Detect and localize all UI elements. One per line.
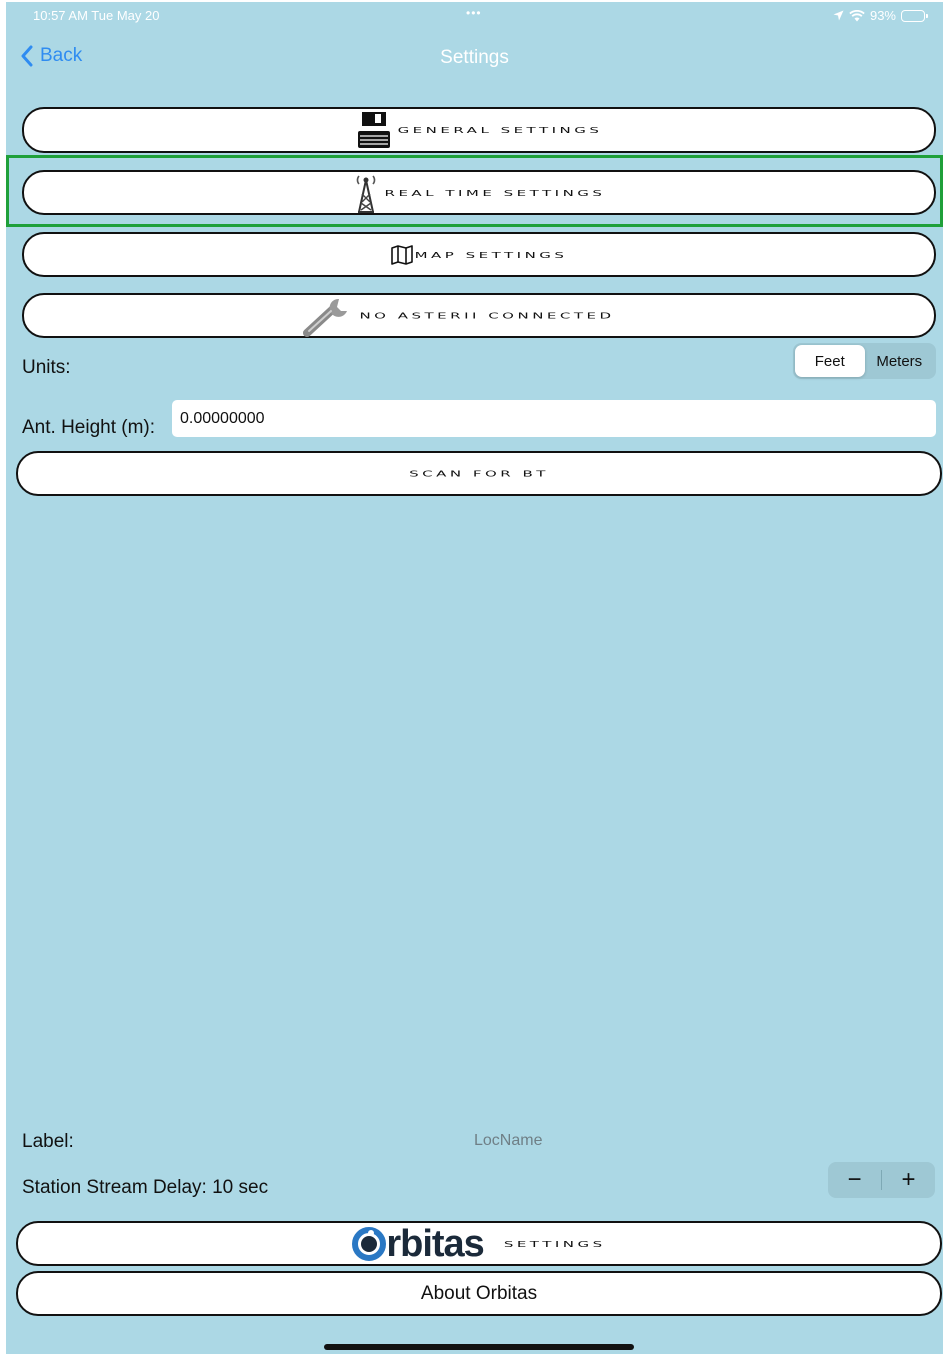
location-label: Label: — [22, 1131, 74, 1152]
asterii-connection-button[interactable]: No Asterii Connected — [22, 293, 936, 338]
status-time: 10:57 AM Tue May 20 — [33, 8, 160, 23]
asterii-status-label: No Asterii Connected — [359, 310, 615, 321]
map-settings-button[interactable]: Map Settings — [22, 232, 936, 277]
about-orbitas-label: About Orbitas — [420, 1282, 538, 1304]
units-option-meters[interactable]: Meters — [865, 345, 935, 377]
orbitas-logo-text: rbitas — [386, 1222, 484, 1265]
battery-icon — [901, 9, 928, 22]
battery-percent: 93% — [869, 8, 896, 23]
antenna-height-label: Ant. Height (m): — [22, 417, 156, 438]
units-segmented-control[interactable]: Feet Meters — [793, 343, 936, 379]
wifi-icon — [849, 9, 865, 21]
location-name-field[interactable]: LocName — [474, 1132, 542, 1150]
orbitas-logo: rbitas — [352, 1222, 485, 1265]
scan-bluetooth-label: Scan For BT — [409, 468, 549, 479]
units-option-feet[interactable]: Feet — [795, 345, 865, 377]
orbitas-o-icon — [352, 1226, 387, 1261]
page-title: Settings — [440, 47, 509, 68]
real-time-settings-button[interactable]: Real Time Settings — [22, 170, 936, 215]
radio-tower-icon — [353, 172, 379, 214]
orbitas-settings-label: Settings — [503, 1238, 606, 1249]
stepper-increment-button[interactable]: + — [882, 1162, 935, 1198]
status-right: 93% — [833, 8, 928, 23]
home-indicator — [324, 1344, 634, 1350]
multitask-dots[interactable]: ••• — [466, 6, 482, 20]
wrench-icon — [303, 295, 353, 337]
stream-delay-label: Station Stream Delay: 10 sec — [22, 1177, 269, 1198]
real-time-settings-label: Real Time Settings — [384, 187, 606, 198]
general-settings-button[interactable]: General Settings — [22, 107, 936, 153]
map-icon — [390, 244, 413, 265]
scan-bluetooth-button[interactable]: Scan For BT — [16, 451, 942, 496]
antenna-height-input[interactable] — [172, 400, 936, 437]
units-label: Units: — [22, 357, 71, 378]
settings-screen: 10:57 AM Tue May 20 ••• 93% Back Setting… — [6, 2, 943, 1354]
stream-delay-stepper[interactable]: − + — [828, 1162, 935, 1198]
map-settings-label: Map Settings — [414, 249, 568, 260]
location-arrow-icon — [833, 10, 844, 21]
floppy-disk-icon — [356, 110, 392, 150]
orbitas-settings-button[interactable]: rbitas Settings — [16, 1221, 942, 1266]
general-settings-label: General Settings — [397, 125, 603, 135]
stepper-decrement-button[interactable]: − — [828, 1162, 881, 1198]
about-orbitas-button[interactable]: About Orbitas — [16, 1271, 942, 1316]
